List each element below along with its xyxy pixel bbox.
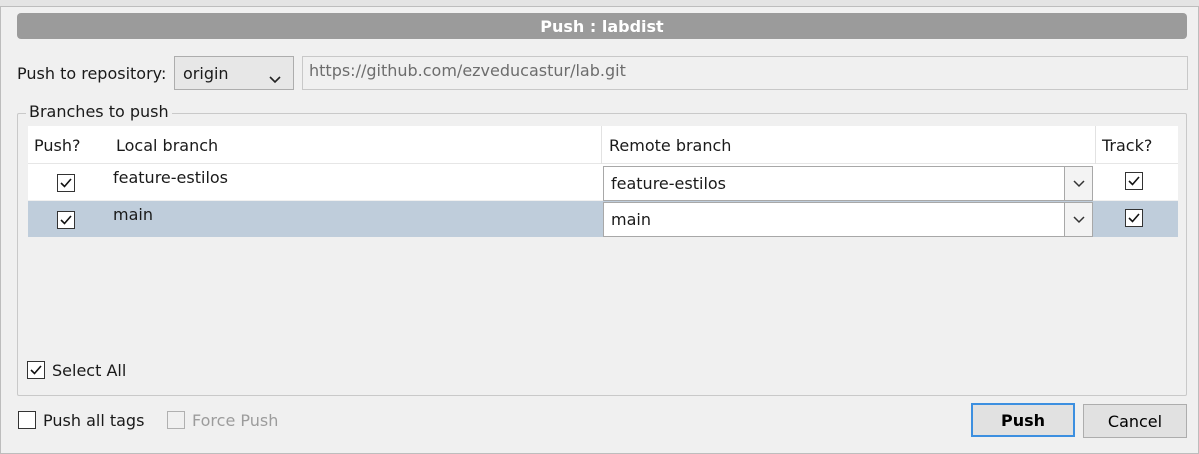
table-header: Push? Local branch Remote branch Track?	[28, 126, 1178, 164]
push-checkbox[interactable]	[57, 174, 75, 192]
column-header-local-branch[interactable]: Local branch	[116, 136, 218, 155]
checkmark-icon	[60, 178, 72, 188]
force-push-checkbox	[167, 411, 185, 429]
select-all-checkbox[interactable]	[27, 361, 45, 379]
track-cell	[1096, 201, 1178, 237]
local-branch-name: main	[113, 205, 153, 224]
chevron-down-icon	[269, 69, 281, 88]
select-all-label[interactable]: Select All	[52, 361, 126, 380]
branches-table: Push? Local branch Remote branch Track? …	[28, 126, 1178, 346]
remote-branch-dropdown-button[interactable]	[1064, 167, 1092, 200]
push-button[interactable]: Push	[971, 403, 1075, 437]
push-checkbox[interactable]	[57, 211, 75, 229]
remote-branch-combo[interactable]: feature-estilos	[603, 166, 1093, 201]
remote-branch-combo[interactable]: main	[603, 202, 1093, 237]
force-push-label: Force Push	[192, 411, 279, 430]
table-row[interactable]: main main	[28, 201, 1178, 237]
push-all-tags-checkbox[interactable]	[18, 411, 36, 429]
checkmark-icon	[1128, 176, 1140, 186]
repository-select-value: origin	[183, 63, 229, 83]
checkmark-icon	[30, 365, 42, 375]
table-row[interactable]: feature-estilos feature-estilos	[28, 164, 1178, 201]
remote-branch-dropdown-button[interactable]	[1064, 203, 1092, 236]
column-header-remote-branch[interactable]: Remote branch	[609, 136, 731, 155]
local-branch-name: feature-estilos	[113, 168, 229, 187]
column-header-push[interactable]: Push?	[34, 136, 80, 155]
checkmark-icon	[1128, 213, 1140, 223]
repository-url-field[interactable]: https://github.com/ezveducastur/lab.git	[302, 56, 1188, 90]
track-checkbox[interactable]	[1125, 172, 1143, 190]
repository-select[interactable]: origin	[174, 56, 294, 90]
push-all-tags-label[interactable]: Push all tags	[43, 411, 144, 430]
column-divider[interactable]	[1095, 126, 1096, 164]
branches-group-label: Branches to push	[26, 102, 172, 121]
chevron-down-icon	[1072, 179, 1085, 187]
checkmark-icon	[60, 215, 72, 225]
dialog-title: Push : labdist	[17, 13, 1187, 39]
column-header-track[interactable]: Track?	[1102, 136, 1152, 155]
cancel-button[interactable]: Cancel	[1083, 404, 1187, 438]
track-cell	[1096, 164, 1178, 200]
column-divider[interactable]	[601, 126, 602, 164]
track-checkbox[interactable]	[1125, 209, 1143, 227]
chevron-down-icon	[1072, 215, 1085, 223]
remote-branch-value: feature-estilos	[611, 174, 727, 193]
repo-label: Push to repository:	[17, 64, 167, 83]
remote-branch-value: main	[611, 210, 651, 229]
